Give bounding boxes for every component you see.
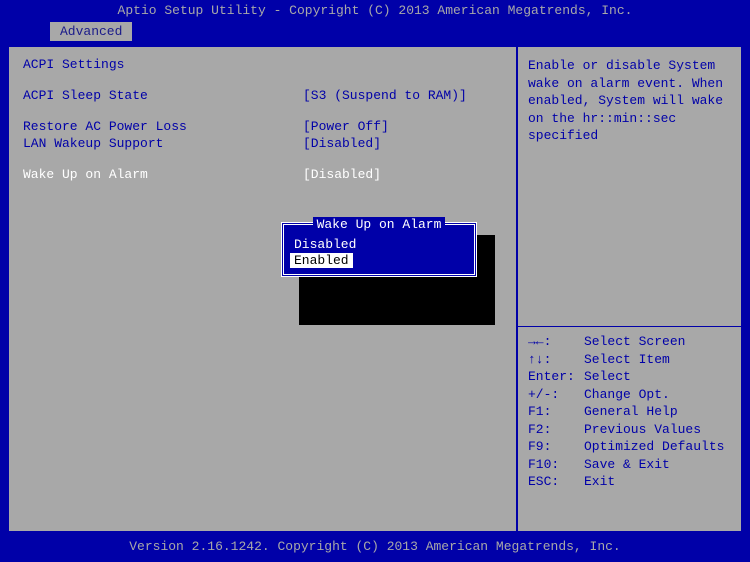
navigation-help: →←:Select Screen ↑↓:Select Item Enter:Se…	[528, 333, 731, 491]
popup-wake-up-on-alarm: Wake Up on Alarm Disabled Enabled	[281, 222, 477, 277]
section-title: ACPI Settings	[23, 57, 502, 72]
settings-panel: ACPI Settings ACPI Sleep State [S3 (Susp…	[8, 46, 517, 532]
help-panel: Enable or disable System wake on alarm e…	[517, 46, 742, 532]
setting-label: Restore AC Power Loss	[23, 119, 303, 134]
row-restore-ac-power-loss[interactable]: Restore AC Power Loss [Power Off]	[23, 119, 502, 134]
nav-optimized-defaults: F9:Optimized Defaults	[528, 438, 731, 456]
tab-advanced[interactable]: Advanced	[50, 22, 132, 41]
main-frame: ACPI Settings ACPI Sleep State [S3 (Susp…	[6, 44, 744, 534]
nav-select-screen: →←:Select Screen	[528, 333, 731, 351]
help-text: Enable or disable System wake on alarm e…	[528, 57, 731, 145]
utility-header: Aptio Setup Utility - Copyright (C) 2013…	[0, 0, 750, 22]
nav-select-item: ↑↓:Select Item	[528, 351, 731, 369]
row-lan-wakeup-support[interactable]: LAN Wakeup Support [Disabled]	[23, 136, 502, 151]
setting-label: ACPI Sleep State	[23, 88, 303, 103]
setting-label: Wake Up on Alarm	[23, 167, 303, 182]
setting-value: [Power Off]	[303, 119, 389, 134]
setting-label: LAN Wakeup Support	[23, 136, 303, 151]
nav-general-help: F1:General Help	[528, 403, 731, 421]
setting-value: [S3 (Suspend to RAM)]	[303, 88, 467, 103]
setting-value: [Disabled]	[303, 167, 381, 182]
row-wake-up-on-alarm[interactable]: Wake Up on Alarm [Disabled]	[23, 167, 502, 182]
nav-change-opt: +/-:Change Opt.	[528, 386, 731, 404]
nav-enter: Enter:Select	[528, 368, 731, 386]
nav-previous-values: F2:Previous Values	[528, 421, 731, 439]
nav-exit: ESC:Exit	[528, 473, 731, 491]
popup-option-enabled[interactable]: Enabled	[290, 253, 353, 268]
setting-value: [Disabled]	[303, 136, 381, 151]
popup-option-disabled[interactable]: Disabled	[290, 236, 468, 253]
row-acpi-sleep-state[interactable]: ACPI Sleep State [S3 (Suspend to RAM)]	[23, 88, 502, 103]
version-footer: Version 2.16.1242. Copyright (C) 2013 Am…	[0, 536, 750, 558]
nav-save-exit: F10:Save & Exit	[528, 456, 731, 474]
panel-divider	[518, 326, 741, 327]
tab-bar: Advanced	[0, 22, 750, 42]
popup-title: Wake Up on Alarm	[290, 217, 468, 232]
